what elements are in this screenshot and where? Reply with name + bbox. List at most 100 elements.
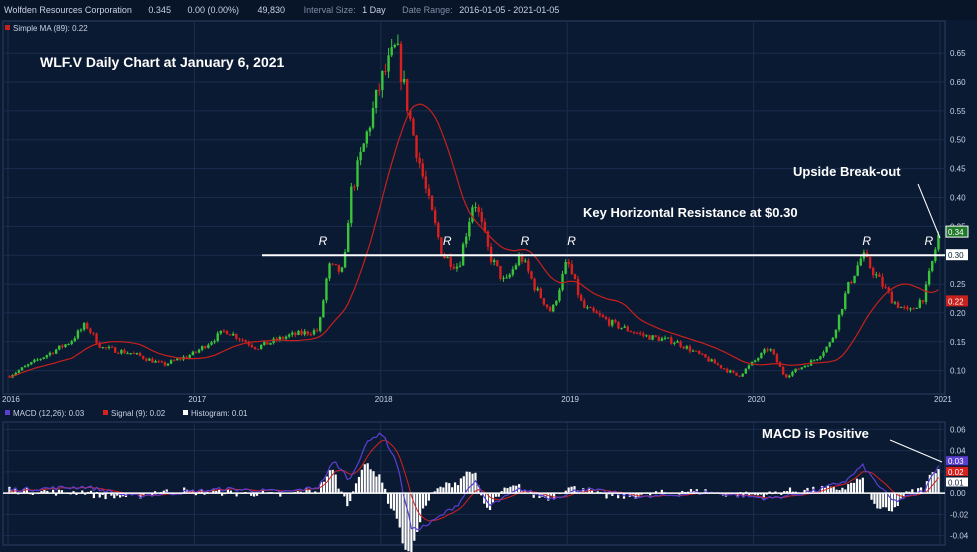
candle-body	[312, 330, 316, 335]
candle-body	[113, 347, 117, 353]
macd-tick-label: -0.04	[950, 532, 969, 541]
candle-body	[157, 361, 160, 363]
signal-line	[9, 439, 939, 522]
candle-body	[837, 314, 841, 330]
r-mark-label: R	[862, 234, 871, 248]
candle-body	[875, 274, 878, 276]
candle-body	[474, 207, 477, 209]
candle-body	[812, 360, 816, 362]
candle-body	[61, 345, 64, 348]
price-tick-label: 0.25	[950, 280, 966, 289]
candle-body	[437, 223, 440, 238]
candle-body	[322, 300, 325, 318]
candle-body	[67, 343, 70, 345]
candle-body	[197, 349, 201, 353]
candle-body	[505, 277, 508, 279]
time-tick-label: 2016	[2, 395, 20, 404]
price-tick-label: 0.20	[950, 309, 966, 318]
candle-body	[86, 323, 89, 329]
candle-body	[847, 281, 850, 294]
time-tick-label: 2020	[748, 395, 766, 404]
candle-body	[76, 330, 80, 339]
candle-body	[210, 342, 213, 345]
macd-legend-text: Signal (9): 0.02	[111, 409, 166, 418]
candle-body	[54, 349, 58, 354]
r-mark-label: R	[567, 234, 576, 248]
candle-body	[384, 71, 387, 73]
candle-body	[287, 334, 291, 337]
candle-body	[514, 265, 518, 270]
candle-body	[576, 279, 580, 296]
macd-tick-label: 0.06	[950, 425, 966, 434]
candle-body	[620, 327, 623, 329]
ma-price-label: 0.22	[948, 297, 964, 306]
candle-body	[614, 320, 617, 322]
candle-body	[781, 366, 785, 375]
candle-body	[853, 275, 856, 283]
candle-body	[430, 195, 434, 211]
candle-body	[340, 267, 344, 272]
candle-body	[840, 308, 844, 315]
candle-body	[685, 346, 689, 349]
simple-ma-line	[9, 103, 939, 378]
candle-body	[306, 331, 309, 335]
candle-body	[325, 278, 328, 301]
candle-body	[145, 358, 148, 361]
candle-body	[135, 353, 139, 355]
candle-body	[921, 300, 925, 302]
time-tick-label: 2019	[561, 395, 579, 404]
macd-line	[9, 432, 940, 531]
resistance-price-label: 0.30	[948, 251, 964, 260]
candle-body	[256, 348, 260, 350]
candle-body	[766, 349, 769, 351]
candle-body	[722, 368, 726, 370]
candle-body	[741, 373, 744, 377]
candle-body	[154, 361, 157, 363]
candle-body	[542, 298, 546, 305]
candle-body	[878, 274, 881, 277]
candle-body	[899, 306, 903, 308]
candle-body	[738, 375, 741, 377]
candle-body	[803, 365, 807, 368]
candle-body	[381, 71, 384, 90]
candle-body	[378, 89, 381, 91]
candle-body	[123, 350, 126, 354]
candle-body	[387, 55, 390, 72]
candle-body	[455, 266, 459, 269]
candle-body	[896, 302, 900, 308]
candle-body	[589, 307, 592, 309]
candle-body	[73, 338, 76, 342]
candle-body	[769, 349, 772, 351]
candle-body	[418, 157, 421, 164]
last-price-label: 0.34	[948, 228, 964, 237]
candle-body	[148, 358, 151, 361]
candle-body	[176, 358, 179, 361]
candle-body	[110, 346, 114, 348]
macd-legend-text: MACD (12,26): 0.03	[13, 409, 85, 418]
candle-body	[101, 347, 104, 349]
candle-body	[635, 332, 639, 334]
candle-body	[924, 284, 928, 302]
macd-tick-label: 0.04	[950, 447, 966, 456]
candle-body	[524, 260, 527, 262]
candle-body	[45, 355, 49, 358]
candle-body	[291, 332, 294, 335]
r-mark-label: R	[443, 234, 452, 248]
candle-body	[688, 346, 692, 352]
candle-body	[141, 355, 145, 359]
candle-body	[744, 368, 748, 374]
candle-body	[502, 277, 505, 279]
candle-body	[337, 264, 341, 272]
candle-body	[95, 333, 98, 344]
chart-screen: Wolfden Resources Corporation 0.345 0.00…	[0, 0, 977, 552]
candle-body	[660, 338, 664, 341]
ma-legend-text: Simple MA (89): 0.22	[13, 24, 88, 33]
candle-body	[92, 332, 95, 334]
candle-body	[716, 363, 720, 366]
candle-body	[819, 356, 822, 360]
candle-body	[58, 345, 61, 350]
candle-body	[676, 341, 679, 343]
candle-body	[772, 349, 775, 355]
price-panel-frame	[2, 20, 946, 395]
candle-body	[412, 118, 415, 136]
